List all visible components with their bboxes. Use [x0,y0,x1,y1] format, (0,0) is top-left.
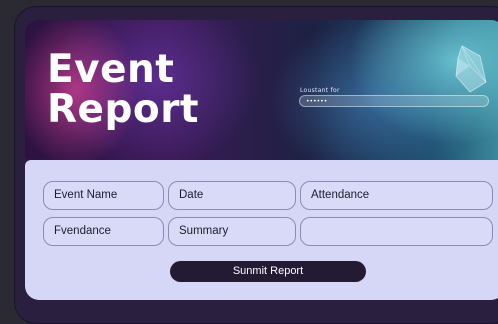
title-line-1: Event [47,47,175,92]
hero-input-label: Loustant for [300,87,340,94]
date-field[interactable]: Date [168,181,296,210]
summary-field[interactable]: Summary [168,217,296,246]
crystal-icon [455,45,487,93]
fvendance-field[interactable]: Fvendance [43,217,164,246]
attendance-field[interactable]: Attendance [300,181,493,210]
hero-banner: Event Report Loustant for •••••• [25,20,498,160]
password-field[interactable]: •••••• [299,95,489,107]
extra-field[interactable] [300,217,493,246]
title-line-2: Report [47,87,200,132]
page-title: Event Report [47,50,199,130]
submit-report-button[interactable]: Sunmit Report [170,261,366,282]
event-name-field[interactable]: Event Name [43,181,164,210]
